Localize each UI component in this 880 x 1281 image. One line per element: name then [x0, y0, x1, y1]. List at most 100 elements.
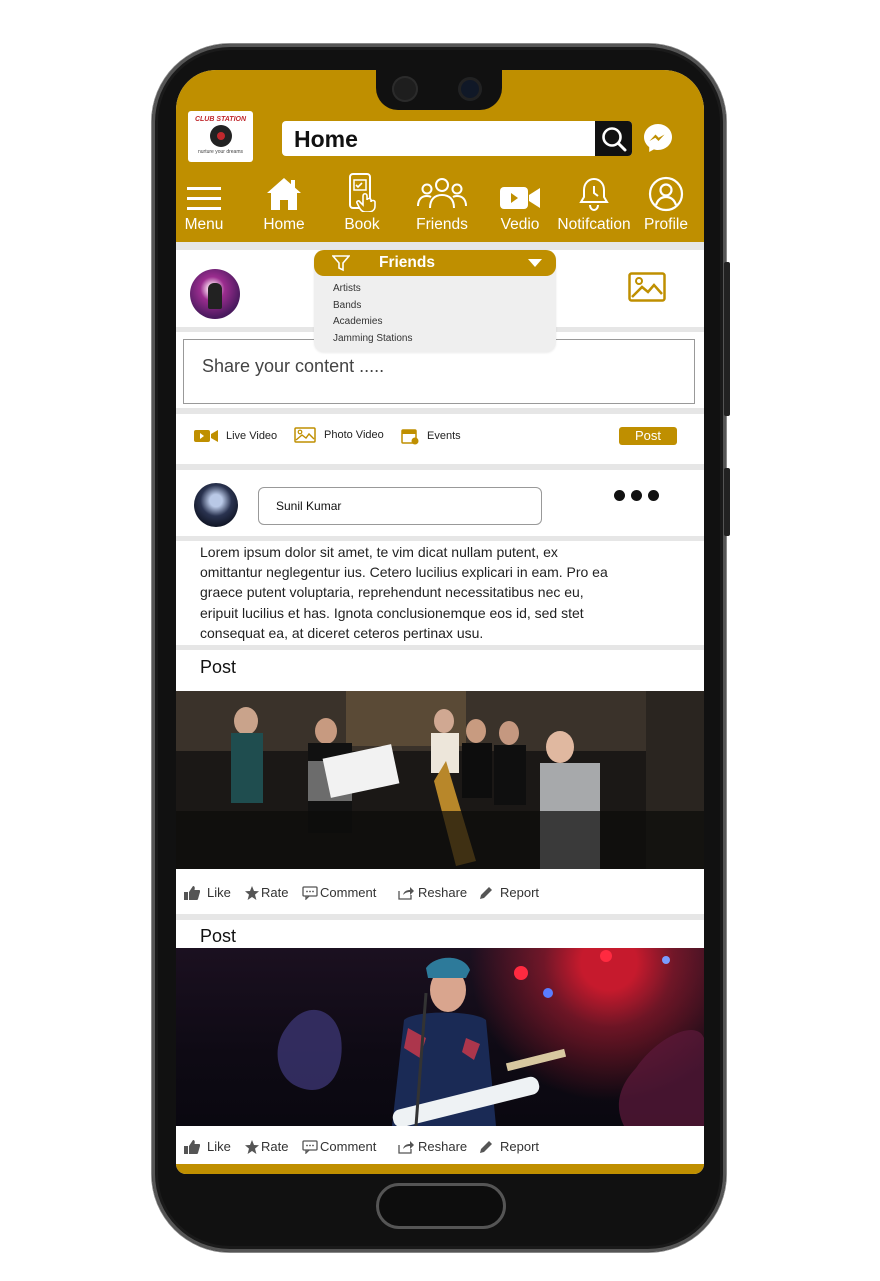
post-title: Post: [200, 657, 237, 677]
filter-option[interactable]: Academies: [333, 316, 556, 333]
comment-button[interactable]: Comment: [302, 885, 376, 900]
more-options-icon[interactable]: [614, 490, 659, 501]
avatar[interactable]: [190, 269, 240, 319]
sensor-icon: [392, 76, 418, 102]
home-button[interactable]: [376, 1183, 506, 1229]
app-screen: CLUB STATION nurture your dreams Home Me…: [176, 70, 704, 1174]
reshare-button[interactable]: Reshare: [398, 1139, 467, 1154]
messenger-icon[interactable]: [642, 122, 674, 154]
video-camera-icon: [500, 187, 540, 209]
report-label: Report: [500, 1139, 540, 1154]
nav-label-profile: Profile: [644, 216, 688, 233]
post-body: Lorem ipsum dolor sit amet, te vim dicat…: [176, 541, 704, 645]
like-button[interactable]: Like: [184, 885, 231, 900]
nav-label-video: Vedio: [500, 216, 540, 233]
main-nav: Menu Home Book Friends Vedio Notifcation…: [176, 168, 704, 234]
nav-label-friends: Friends: [416, 216, 468, 233]
nav-label-notification: Notifcation: [557, 216, 631, 233]
image-upload-icon[interactable]: [628, 272, 666, 302]
comment-icon: [302, 885, 318, 900]
rate-label: Rate: [261, 885, 289, 900]
profile-icon: [648, 176, 684, 212]
calendar-icon: [401, 429, 419, 445]
events-button[interactable]: Events: [401, 427, 461, 445]
like-button[interactable]: Like: [184, 1139, 231, 1154]
nav-item-home[interactable]: Home: [262, 168, 306, 234]
rate-button[interactable]: Rate: [245, 885, 288, 900]
live-video-label: Live Video: [226, 430, 278, 442]
filter-icon: [332, 255, 350, 272]
events-label: Events: [427, 430, 461, 442]
reshare-label: Reshare: [418, 1139, 468, 1154]
nav-item-profile[interactable]: Profile: [642, 168, 690, 234]
post-button[interactable]: Post: [619, 427, 677, 445]
rate-button[interactable]: Rate: [245, 1139, 288, 1154]
post-reactions: Like Rate Comment Reshare Report: [176, 875, 704, 911]
guitarist-photo: [277, 950, 704, 1126]
friends-filter-dropdown[interactable]: Friends Artists Bands Academies Jamming …: [314, 250, 556, 352]
filter-label: Friends: [379, 254, 435, 271]
nav-label-book: Book: [344, 216, 380, 233]
composer-actions: Live Video Photo Video Events Post: [176, 414, 704, 464]
search-input[interactable]: Home: [294, 126, 358, 153]
search-icon: [602, 127, 627, 152]
live-video-button[interactable]: Live Video: [194, 429, 277, 443]
rate-label: Rate: [261, 1139, 289, 1154]
author-name-field[interactable]: Sunil Kumar: [258, 487, 542, 525]
nav-item-menu[interactable]: Menu: [184, 168, 224, 234]
post-body-text: Lorem ipsum dolor sit amet, te vim dicat…: [200, 544, 608, 641]
nav-item-friends[interactable]: Friends: [414, 168, 470, 234]
comment-label: Comment: [320, 885, 377, 900]
filter-option[interactable]: Jamming Stations: [333, 333, 556, 350]
friends-group-icon: [417, 178, 467, 209]
post-image-guitarist[interactable]: [176, 948, 704, 1126]
app-logo[interactable]: CLUB STATION nurture your dreams: [188, 111, 253, 162]
logo-title: CLUB STATION: [194, 116, 247, 123]
logo-tagline: nurture your dreams: [197, 149, 244, 155]
star-icon: [245, 1139, 259, 1154]
thumbs-up-icon: [184, 1139, 200, 1154]
author-name: Sunil Kumar: [276, 499, 342, 513]
booking-phone-icon: [349, 173, 376, 212]
comment-label: Comment: [320, 1139, 377, 1154]
live-video-icon: [194, 430, 218, 442]
report-button[interactable]: Report: [479, 1139, 539, 1154]
pencil-icon: [480, 886, 492, 899]
bottom-bar: [176, 1164, 704, 1174]
nav-label-menu: Menu: [184, 216, 224, 233]
post-card: Post Like Rate Comment Reshare Report: [176, 650, 704, 914]
reshare-button[interactable]: Reshare: [398, 885, 467, 900]
nav-item-video[interactable]: Vedio: [498, 168, 542, 234]
nav-item-notification[interactable]: Notifcation: [556, 168, 632, 234]
search-bar[interactable]: Home: [282, 121, 632, 156]
filter-option[interactable]: Bands: [333, 300, 556, 317]
nav-item-book[interactable]: Book: [342, 168, 382, 234]
post-title: Post: [200, 926, 237, 946]
hamburger-icon: [187, 187, 221, 210]
report-label: Report: [500, 885, 540, 900]
volume-button: [724, 262, 730, 416]
share-icon: [398, 886, 414, 900]
post-card: Post Like Rate Comment Reshare Report: [176, 920, 704, 1164]
author-avatar[interactable]: [194, 483, 238, 527]
share-placeholder: Share your content .....: [202, 356, 385, 376]
share-icon: [398, 1140, 414, 1154]
post-reactions: Like Rate Comment Reshare Report: [176, 1129, 704, 1165]
search-button[interactable]: [595, 121, 632, 156]
post-image-orchestra[interactable]: [176, 691, 704, 869]
report-button[interactable]: Report: [479, 885, 539, 900]
bell-icon: [579, 177, 609, 212]
filter-header[interactable]: Friends: [314, 250, 556, 276]
photo-video-button[interactable]: Photo Video: [294, 427, 384, 443]
comment-icon: [302, 1139, 318, 1154]
post-author-bar: Sunil Kumar: [176, 470, 704, 536]
filter-options: Artists Bands Academies Jamming Stations: [314, 276, 556, 349]
orchestra-photo: [176, 691, 704, 869]
comment-button[interactable]: Comment: [302, 1139, 376, 1154]
logo-mark-icon: [209, 125, 232, 147]
house-icon: [267, 178, 301, 210]
thumbs-up-icon: [184, 885, 200, 900]
filter-option[interactable]: Artists: [333, 283, 556, 300]
photo-icon: [294, 427, 316, 443]
chevron-down-icon[interactable]: [528, 259, 542, 267]
